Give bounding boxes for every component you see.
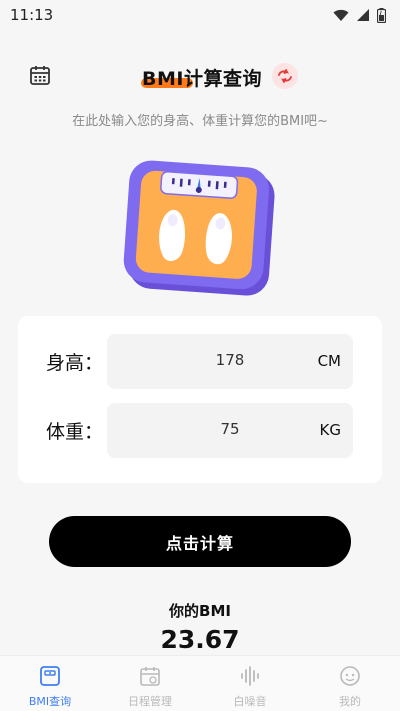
weight-field-row: 体重： KG xyxy=(18,403,382,459)
battery-icon xyxy=(377,7,386,23)
tab-profile[interactable]: 我的 xyxy=(300,656,400,711)
bmi-input-card: 身高： CM 体重： KG xyxy=(18,316,382,483)
page-title-wrap: BMI计算查询 xyxy=(141,64,262,90)
bottom-tab-bar: BMI查询 日程管理 白噪音 我的 xyxy=(0,655,400,711)
height-field-row: 身高： CM xyxy=(18,334,382,390)
calculate-button[interactable]: 点击计算 xyxy=(49,516,351,567)
tab-bmi-query[interactable]: BMI查询 xyxy=(0,656,100,711)
header: BMI计算查询 xyxy=(0,58,400,98)
soundwave-tab-icon xyxy=(239,665,261,687)
weight-unit: KG xyxy=(319,421,341,439)
height-unit: CM xyxy=(317,352,341,370)
bmi-result-label: 你的BMI xyxy=(169,602,231,620)
calendar-tab-icon xyxy=(139,665,161,687)
weight-input[interactable] xyxy=(107,420,353,438)
height-input-box[interactable]: CM xyxy=(107,334,353,389)
bathroom-scale-icon xyxy=(123,160,275,296)
subtitle: 在此处输入您的身高、体重计算您的BMI吧~ xyxy=(72,114,328,129)
weight-label: 体重： xyxy=(46,421,104,443)
tab-label: BMI查询 xyxy=(28,695,72,708)
cell-signal-icon xyxy=(357,8,369,21)
wifi-icon xyxy=(333,9,349,21)
calendar-icon xyxy=(30,66,50,85)
profile-tab-icon xyxy=(339,665,361,687)
tab-label: 我的 xyxy=(339,695,361,708)
bmi-result-value: 23.67 xyxy=(160,625,240,654)
tab-schedule[interactable]: 日程管理 xyxy=(100,656,200,711)
tab-white-noise[interactable]: 白噪音 xyxy=(200,656,300,711)
refresh-icon xyxy=(278,69,292,83)
status-icons xyxy=(333,7,386,23)
status-bar: 11:13 xyxy=(0,0,400,30)
calendar-button[interactable] xyxy=(27,62,53,88)
scale-tab-icon xyxy=(39,665,61,687)
tab-label: 日程管理 xyxy=(128,695,172,708)
weight-input-box[interactable]: KG xyxy=(107,403,353,458)
status-time: 11:13 xyxy=(10,6,54,24)
page-title: BMI计算查询 xyxy=(142,67,262,90)
refresh-button[interactable] xyxy=(272,63,298,89)
height-label: 身高： xyxy=(46,352,104,374)
tab-label: 白噪音 xyxy=(233,695,267,708)
height-input[interactable] xyxy=(107,351,353,369)
